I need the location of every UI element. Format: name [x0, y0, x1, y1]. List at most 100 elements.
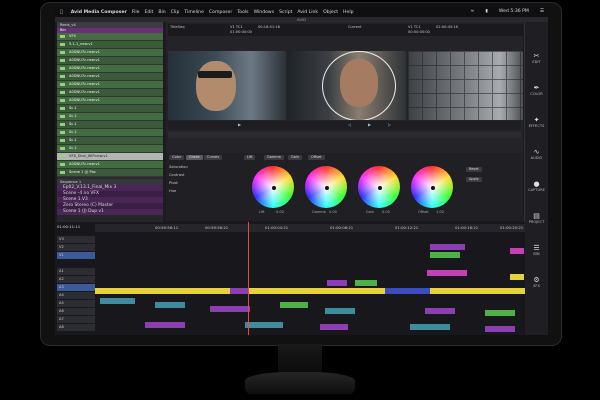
offset-wheel[interactable] — [411, 166, 453, 208]
gain-wheel[interactable] — [358, 166, 400, 208]
source-name[interactable]: TitleSeq — [170, 25, 184, 29]
clock[interactable]: Wed 5:36 PM — [499, 9, 529, 14]
source-frame[interactable] — [168, 51, 286, 120]
track-v3[interactable]: V3 — [57, 236, 95, 243]
menu-avid-link[interactable]: Avid Link — [297, 10, 318, 15]
bin-item[interactable]: Sc.1 — [57, 137, 163, 145]
bin-item[interactable]: A0DNU7c.new.v1 — [57, 49, 163, 57]
audio-clip[interactable] — [320, 324, 348, 330]
audio-clip[interactable] — [245, 322, 283, 328]
bin-item[interactable]: A0DNU7c.new.v1 — [57, 65, 163, 73]
bin-item[interactable]: A0DNU7c.new.v1 — [57, 81, 163, 89]
menu-edit[interactable]: Edit — [144, 10, 153, 15]
play-icon[interactable]: ▶ — [368, 122, 371, 127]
v1-track-clips[interactable] — [95, 288, 525, 294]
play-icon[interactable]: ▶ — [238, 122, 241, 127]
menu-composer[interactable]: Composer — [209, 10, 232, 15]
mark-out-icon[interactable]: ▷ — [388, 122, 391, 127]
control-center-icon[interactable]: ☰ — [540, 9, 544, 14]
timeline-clip[interactable] — [230, 288, 248, 294]
track-v2[interactable]: V2 — [57, 244, 95, 251]
wheel-puck[interactable] — [430, 185, 436, 191]
track-a5[interactable]: A5 — [57, 300, 95, 307]
menu-help[interactable]: Help — [343, 10, 353, 15]
timeline-clip[interactable] — [327, 280, 347, 286]
menu-file[interactable]: File — [132, 10, 140, 15]
audio-clip[interactable] — [485, 310, 515, 316]
menu-tools[interactable]: Tools — [237, 10, 248, 15]
tab-gamma[interactable]: Gamma — [264, 155, 284, 160]
bin-item[interactable]: Sc.1 — [57, 121, 163, 129]
tab-offset[interactable]: Offset — [308, 155, 325, 160]
tab-gain[interactable]: Gain — [288, 155, 303, 160]
bin-item[interactable]: A0DNU7c.new.v1 — [57, 73, 163, 81]
track-a6[interactable]: A6 — [57, 308, 95, 315]
bin-item-selected[interactable]: VFX_Shot_WIP.new.v1 — [57, 153, 163, 161]
sidebar-sfx[interactable]: ⚙ SFX — [527, 276, 546, 288]
bin-item[interactable]: A0DNU7c.new.v1 — [57, 97, 163, 105]
bin-item[interactable]: Sc.1 — [57, 105, 163, 113]
tab-color[interactable]: Color — [169, 155, 185, 160]
wifi-icon[interactable]: ≈ — [470, 9, 474, 14]
audio-clip[interactable] — [155, 302, 185, 308]
lift-value[interactable]: 0.00 — [276, 210, 284, 214]
timecode-ruler[interactable]: 00:59:56:11 00:59:56:21 01:00:04:21 01:0… — [95, 224, 525, 232]
record-frame[interactable] — [288, 51, 406, 120]
track-v1[interactable]: V1 — [57, 252, 95, 259]
sidebar-project[interactable]: ▤ PROJECT — [527, 212, 546, 224]
bin-item[interactable]: A0DNU7c.new.v1 — [57, 89, 163, 97]
timeline-clip[interactable] — [430, 244, 465, 250]
bin-item[interactable]: Sc.1 — [57, 145, 163, 153]
wheel-puck[interactable] — [324, 185, 330, 191]
track-a3[interactable]: A3 — [57, 284, 95, 291]
menu-timeline[interactable]: Timeline — [184, 10, 204, 15]
app-name[interactable]: Avid Media Composer — [71, 10, 127, 15]
bin-item[interactable]: A0DNU7c.new.v1 — [57, 161, 163, 169]
track-a8[interactable]: A8 — [57, 324, 95, 331]
timeline-clip[interactable] — [355, 280, 377, 286]
timeline-clip[interactable] — [510, 274, 524, 280]
offset-value[interactable]: 1.00 — [436, 210, 444, 214]
audio-clip[interactable] — [210, 306, 250, 312]
track-a7[interactable]: A7 — [57, 316, 95, 323]
audio-clip[interactable] — [410, 324, 450, 330]
timeline-clip[interactable] — [510, 248, 524, 254]
timeline-clip[interactable] — [385, 288, 430, 294]
track-a1[interactable]: A1 — [57, 268, 95, 275]
power-window-circle[interactable] — [322, 51, 396, 120]
timeline-clip[interactable] — [430, 252, 460, 258]
wheel-puck[interactable] — [271, 185, 277, 191]
timeline-clip[interactable] — [427, 270, 467, 276]
gamma-value[interactable]: 0.00 — [329, 210, 337, 214]
mark-in-icon[interactable]: ◁ — [348, 122, 351, 127]
bin-item[interactable]: A0DNU7c.new.v1 — [57, 57, 163, 65]
wheel-puck[interactable] — [377, 185, 383, 191]
menu-bin[interactable]: Bin — [158, 10, 165, 15]
track-a4[interactable]: A4 — [57, 292, 95, 299]
sidebar-capture[interactable]: ● CAPTURE — [527, 180, 546, 192]
bin-item[interactable]: 5.1-1_new.v1 — [57, 41, 163, 49]
lift-wheel[interactable] — [252, 166, 294, 208]
sidebar-effects[interactable]: ✦ EFFECTS — [527, 116, 546, 128]
track-a2[interactable]: A2 — [57, 276, 95, 283]
reset-button[interactable]: Reset — [466, 167, 482, 172]
gain-value[interactable]: 0.00 — [382, 210, 390, 214]
menu-script[interactable]: Script — [279, 10, 292, 15]
audio-clip[interactable] — [280, 302, 308, 308]
tab-grade[interactable]: Grade — [186, 155, 203, 160]
playhead[interactable] — [248, 222, 249, 335]
menu-object[interactable]: Object — [323, 10, 338, 15]
audio-clip[interactable] — [485, 326, 515, 332]
bin-item[interactable]: Sc.1 — [57, 129, 163, 137]
bin-item[interactable]: Scene 1 (J) Pos — [57, 169, 163, 177]
battery-icon[interactable]: ▮ — [485, 9, 488, 14]
position-bar[interactable] — [168, 132, 521, 138]
audio-clip[interactable] — [100, 298, 135, 304]
audio-clip[interactable] — [145, 322, 185, 328]
tab-curves[interactable]: Curves — [204, 155, 223, 160]
sidebar-edit[interactable]: ✂ EDIT — [527, 52, 546, 64]
tab-lift[interactable]: Lift — [244, 155, 256, 160]
sidebar-color[interactable]: ✒ COLOR — [527, 84, 546, 96]
reference-frame[interactable] — [408, 51, 523, 120]
sidebar-bin[interactable]: ☰ BIN — [527, 244, 546, 256]
